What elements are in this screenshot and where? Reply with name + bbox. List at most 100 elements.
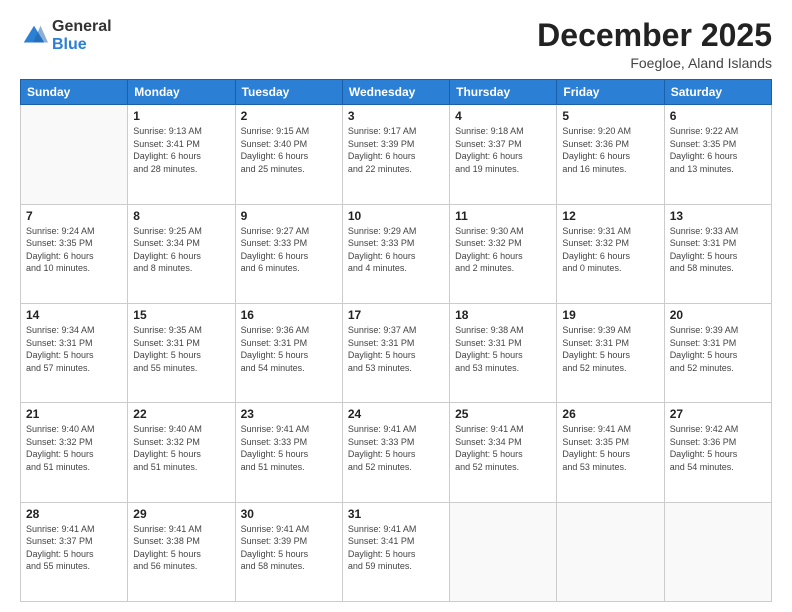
day-number: 7 bbox=[26, 209, 122, 223]
day-info: Sunrise: 9:20 AM Sunset: 3:36 PM Dayligh… bbox=[562, 125, 658, 175]
day-number: 26 bbox=[562, 407, 658, 421]
calendar-week-row: 21Sunrise: 9:40 AM Sunset: 3:32 PM Dayli… bbox=[21, 403, 772, 502]
table-row: 23 Sunrise: 9:41 AM Sunset: 3:33 PM Dayli… bbox=[235, 403, 342, 502]
table-row: 25 Sunrise: 9:41 AM Sunset: 3:34 PM Dayli… bbox=[450, 403, 557, 502]
day-info: Sunrise: 9:41 AM Sunset: 3:38 PM Dayligh… bbox=[133, 523, 229, 573]
day-number: 17 bbox=[348, 308, 444, 322]
day-number: 30 bbox=[241, 507, 337, 521]
day-number: 22 bbox=[133, 407, 229, 421]
header: General Blue December 2025 Foegloe, Alan… bbox=[20, 18, 772, 71]
day-info: Sunrise: 9:25 AM Sunset: 3:34 PM Dayligh… bbox=[133, 225, 229, 275]
table-row bbox=[21, 105, 128, 204]
day-info: Sunrise: 9:30 AM Sunset: 3:32 PM Dayligh… bbox=[455, 225, 551, 275]
table-row: 15 Sunrise: 9:35 AM Sunset: 3:31 PM Dayli… bbox=[128, 303, 235, 402]
table-row: 17 Sunrise: 9:37 AM Sunset: 3:31 PM Dayli… bbox=[342, 303, 449, 402]
day-info: Sunrise: 9:38 AM Sunset: 3:31 PM Dayligh… bbox=[455, 324, 551, 374]
logo-text: General Blue bbox=[52, 18, 112, 53]
day-number: 2 bbox=[241, 109, 337, 123]
day-info: Sunrise: 9:41 AM Sunset: 3:33 PM Dayligh… bbox=[241, 423, 337, 473]
calendar-header-row: Sunday Monday Tuesday Wednesday Thursday… bbox=[21, 80, 772, 105]
day-info: Sunrise: 9:40 AM Sunset: 3:32 PM Dayligh… bbox=[133, 423, 229, 473]
table-row: 19Sunrise: 9:39 AM Sunset: 3:31 PM Dayli… bbox=[557, 303, 664, 402]
day-info: Sunrise: 9:41 AM Sunset: 3:37 PM Dayligh… bbox=[26, 523, 122, 573]
header-friday: Friday bbox=[557, 80, 664, 105]
day-number: 16 bbox=[241, 308, 337, 322]
day-number: 3 bbox=[348, 109, 444, 123]
table-row: 10 Sunrise: 9:29 AM Sunset: 3:33 PM Dayli… bbox=[342, 204, 449, 303]
day-info: Sunrise: 9:17 AM Sunset: 3:39 PM Dayligh… bbox=[348, 125, 444, 175]
header-thursday: Thursday bbox=[450, 80, 557, 105]
table-row: 1 Sunrise: 9:13 AM Sunset: 3:41 PM Daylig… bbox=[128, 105, 235, 204]
day-number: 18 bbox=[455, 308, 551, 322]
day-info: Sunrise: 9:29 AM Sunset: 3:33 PM Dayligh… bbox=[348, 225, 444, 275]
table-row: 20 Sunrise: 9:39 AM Sunset: 3:31 PM Dayli… bbox=[664, 303, 771, 402]
day-info: Sunrise: 9:15 AM Sunset: 3:40 PM Dayligh… bbox=[241, 125, 337, 175]
day-info: Sunrise: 9:41 AM Sunset: 3:41 PM Dayligh… bbox=[348, 523, 444, 573]
logo-blue-text: Blue bbox=[52, 36, 112, 54]
day-info: Sunrise: 9:18 AM Sunset: 3:37 PM Dayligh… bbox=[455, 125, 551, 175]
title-block: December 2025 Foegloe, Aland Islands bbox=[537, 18, 772, 71]
header-tuesday: Tuesday bbox=[235, 80, 342, 105]
day-number: 27 bbox=[670, 407, 766, 421]
table-row: 2 Sunrise: 9:15 AM Sunset: 3:40 PM Daylig… bbox=[235, 105, 342, 204]
page: General Blue December 2025 Foegloe, Alan… bbox=[0, 0, 792, 612]
header-saturday: Saturday bbox=[664, 80, 771, 105]
day-number: 24 bbox=[348, 407, 444, 421]
day-number: 29 bbox=[133, 507, 229, 521]
month-title: December 2025 bbox=[537, 18, 772, 53]
table-row: 5Sunrise: 9:20 AM Sunset: 3:36 PM Daylig… bbox=[557, 105, 664, 204]
table-row: 11 Sunrise: 9:30 AM Sunset: 3:32 PM Dayli… bbox=[450, 204, 557, 303]
day-info: Sunrise: 9:35 AM Sunset: 3:31 PM Dayligh… bbox=[133, 324, 229, 374]
table-row: 9 Sunrise: 9:27 AM Sunset: 3:33 PM Daylig… bbox=[235, 204, 342, 303]
day-info: Sunrise: 9:37 AM Sunset: 3:31 PM Dayligh… bbox=[348, 324, 444, 374]
day-number: 14 bbox=[26, 308, 122, 322]
day-number: 11 bbox=[455, 209, 551, 223]
header-monday: Monday bbox=[128, 80, 235, 105]
day-info: Sunrise: 9:22 AM Sunset: 3:35 PM Dayligh… bbox=[670, 125, 766, 175]
day-number: 15 bbox=[133, 308, 229, 322]
table-row: 18 Sunrise: 9:38 AM Sunset: 3:31 PM Dayli… bbox=[450, 303, 557, 402]
day-info: Sunrise: 9:34 AM Sunset: 3:31 PM Dayligh… bbox=[26, 324, 122, 374]
day-info: Sunrise: 9:41 AM Sunset: 3:35 PM Dayligh… bbox=[562, 423, 658, 473]
day-number: 23 bbox=[241, 407, 337, 421]
day-info: Sunrise: 9:13 AM Sunset: 3:41 PM Dayligh… bbox=[133, 125, 229, 175]
calendar-week-row: 14 Sunrise: 9:34 AM Sunset: 3:31 PM Dayli… bbox=[21, 303, 772, 402]
table-row: 30 Sunrise: 9:41 AM Sunset: 3:39 PM Dayli… bbox=[235, 502, 342, 601]
table-row: 6 Sunrise: 9:22 AM Sunset: 3:35 PM Daylig… bbox=[664, 105, 771, 204]
logo-general-text: General bbox=[52, 18, 112, 36]
logo: General Blue bbox=[20, 18, 112, 53]
day-info: Sunrise: 9:41 AM Sunset: 3:34 PM Dayligh… bbox=[455, 423, 551, 473]
day-number: 28 bbox=[26, 507, 122, 521]
day-info: Sunrise: 9:24 AM Sunset: 3:35 PM Dayligh… bbox=[26, 225, 122, 275]
day-number: 6 bbox=[670, 109, 766, 123]
day-info: Sunrise: 9:39 AM Sunset: 3:31 PM Dayligh… bbox=[670, 324, 766, 374]
table-row: 7 Sunrise: 9:24 AM Sunset: 3:35 PM Daylig… bbox=[21, 204, 128, 303]
day-info: Sunrise: 9:33 AM Sunset: 3:31 PM Dayligh… bbox=[670, 225, 766, 275]
header-sunday: Sunday bbox=[21, 80, 128, 105]
table-row: 16Sunrise: 9:36 AM Sunset: 3:31 PM Dayli… bbox=[235, 303, 342, 402]
table-row: 22 Sunrise: 9:40 AM Sunset: 3:32 PM Dayli… bbox=[128, 403, 235, 502]
day-number: 20 bbox=[670, 308, 766, 322]
day-info: Sunrise: 9:27 AM Sunset: 3:33 PM Dayligh… bbox=[241, 225, 337, 275]
calendar-week-row: 7 Sunrise: 9:24 AM Sunset: 3:35 PM Daylig… bbox=[21, 204, 772, 303]
day-number: 8 bbox=[133, 209, 229, 223]
table-row: 28 Sunrise: 9:41 AM Sunset: 3:37 PM Dayli… bbox=[21, 502, 128, 601]
day-number: 25 bbox=[455, 407, 551, 421]
table-row bbox=[664, 502, 771, 601]
table-row bbox=[450, 502, 557, 601]
calendar-week-row: 28 Sunrise: 9:41 AM Sunset: 3:37 PM Dayli… bbox=[21, 502, 772, 601]
day-number: 31 bbox=[348, 507, 444, 521]
day-number: 9 bbox=[241, 209, 337, 223]
table-row: 8 Sunrise: 9:25 AM Sunset: 3:34 PM Daylig… bbox=[128, 204, 235, 303]
day-number: 10 bbox=[348, 209, 444, 223]
day-number: 1 bbox=[133, 109, 229, 123]
logo-icon bbox=[20, 22, 48, 50]
table-row: 26 Sunrise: 9:41 AM Sunset: 3:35 PM Dayli… bbox=[557, 403, 664, 502]
day-number: 4 bbox=[455, 109, 551, 123]
calendar-week-row: 1 Sunrise: 9:13 AM Sunset: 3:41 PM Daylig… bbox=[21, 105, 772, 204]
table-row: 14 Sunrise: 9:34 AM Sunset: 3:31 PM Dayli… bbox=[21, 303, 128, 402]
table-row: 27Sunrise: 9:42 AM Sunset: 3:36 PM Dayli… bbox=[664, 403, 771, 502]
day-info: Sunrise: 9:41 AM Sunset: 3:39 PM Dayligh… bbox=[241, 523, 337, 573]
table-row: 13Sunrise: 9:33 AM Sunset: 3:31 PM Dayli… bbox=[664, 204, 771, 303]
table-row bbox=[557, 502, 664, 601]
